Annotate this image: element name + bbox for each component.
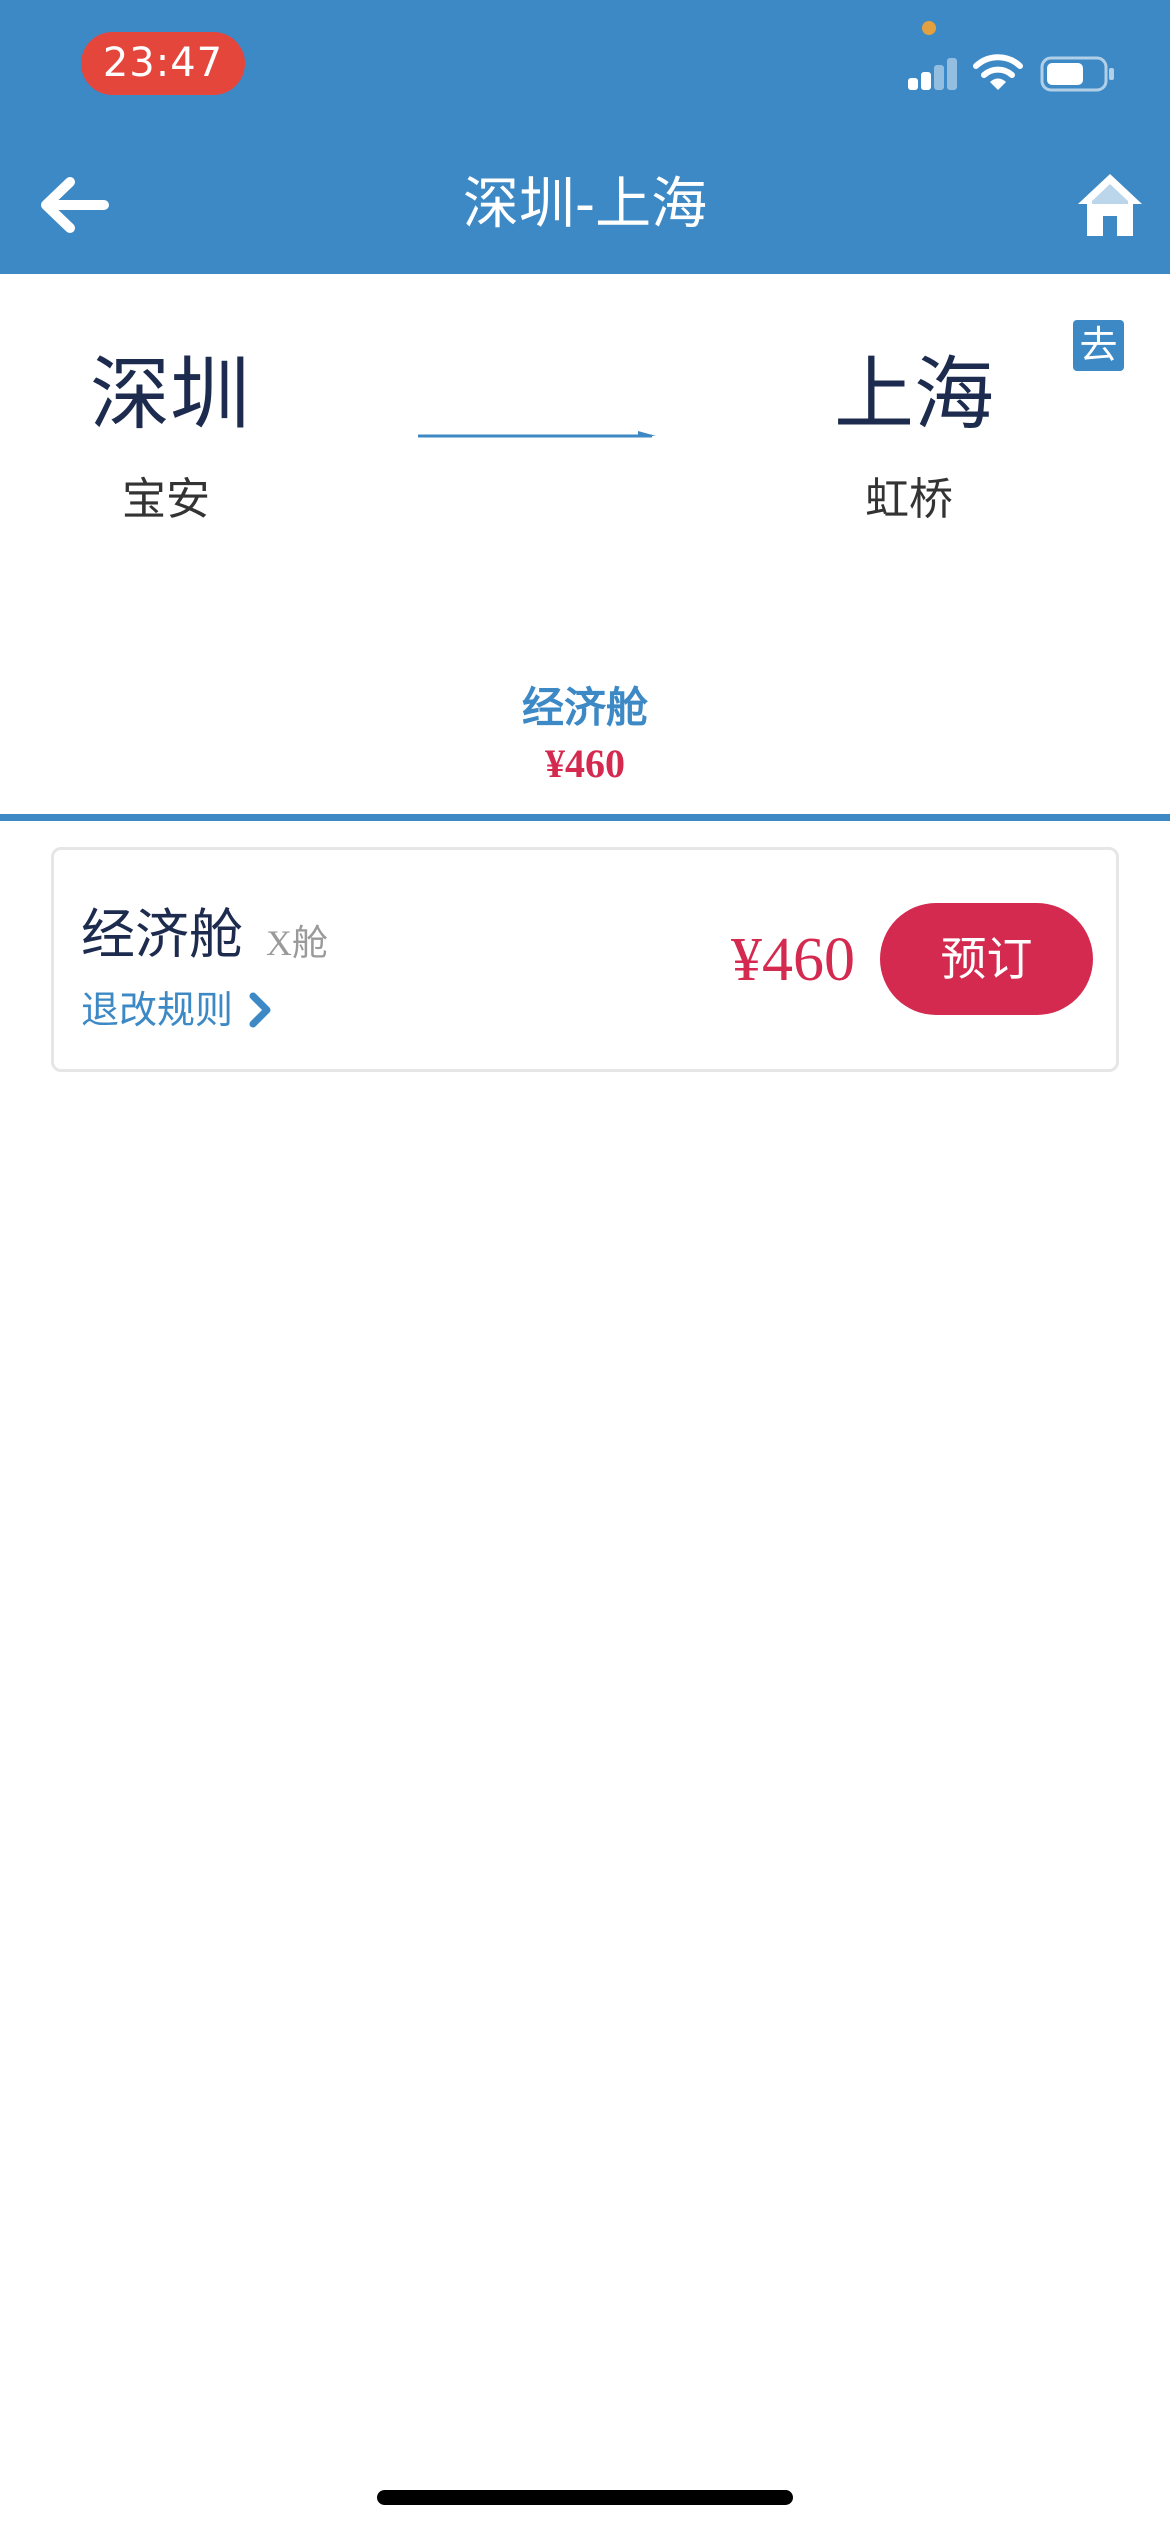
signal-icon [908,58,957,90]
tab-economy[interactable]: 经济舱 ¥460 [0,678,1170,790]
departure-city: 深圳 [90,348,250,441]
header: 23:47 深圳-上海 [0,0,1170,274]
refund-rules-link[interactable]: 退改规则 [81,980,275,1040]
route-arrow-icon [418,431,656,438]
status-time: 23:47 [81,32,245,95]
home-icon[interactable] [1075,170,1145,240]
chevron-right-icon [249,992,271,1028]
tab-indicator [0,814,1170,821]
wifi-icon [973,54,1023,90]
direction-badge: 去 [1073,320,1124,371]
tab-economy-price: ¥460 [545,741,625,786]
home-indicator [377,2490,793,2505]
fare-card: 经济舱 X舱 退改规则 ¥460 预订 [51,847,1119,1072]
book-button[interactable]: 预订 [880,903,1093,1015]
refund-rules-label: 退改规则 [81,988,234,1032]
tab-economy-label: 经济舱 [521,683,648,732]
departure-airport: 宝安 [122,474,210,525]
fare-cabin-name: 经济舱 [81,903,243,966]
fare-price: ¥460 [731,926,855,994]
privacy-indicator-dot [922,21,936,35]
fare-class-code: X舱 [266,923,328,963]
arrival-city: 上海 [834,348,994,441]
arrival-airport: 虹桥 [865,474,953,525]
page-title: 深圳-上海 [462,172,708,237]
battery-icon [1040,56,1114,92]
